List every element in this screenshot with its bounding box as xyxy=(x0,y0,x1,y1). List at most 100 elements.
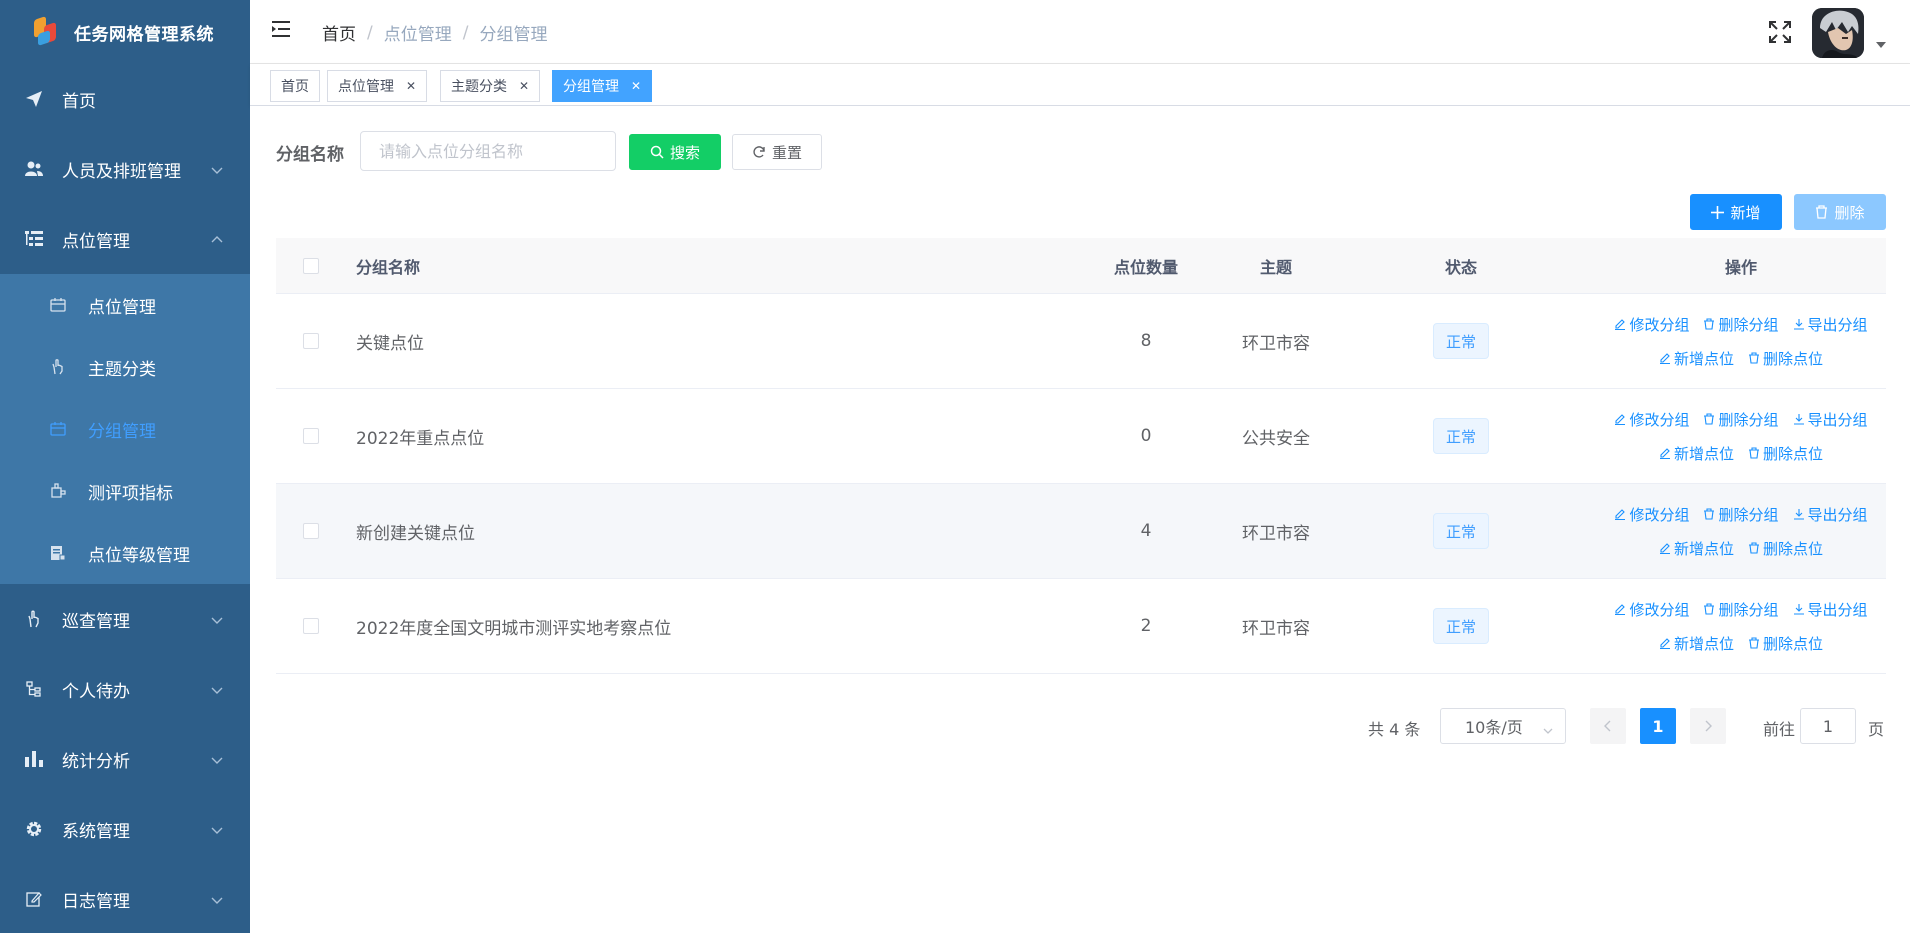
sidebar-item-staff[interactable]: 人员及排班管理 xyxy=(0,134,250,204)
sidebar-subitem-levels[interactable]: 点位等级管理 xyxy=(0,522,250,584)
fullscreen-icon[interactable] xyxy=(1768,20,1792,44)
next-page-button[interactable] xyxy=(1690,708,1726,744)
export-group-link[interactable]: 导出分组 xyxy=(1793,314,1868,335)
top-navbar: 首页 / 点位管理 / 分组管理 xyxy=(250,0,1910,64)
hamburger-icon[interactable] xyxy=(272,20,292,38)
page-suffix: 页 xyxy=(1868,720,1885,739)
table-row: 2022年度全国文明城市测评实地考察点位 2 环卫市容 正常 修改分组 删除分组… xyxy=(276,579,1886,674)
edit-icon xyxy=(1659,542,1671,554)
breadcrumb-points: 点位管理 xyxy=(383,25,452,45)
sidebar-subitem-groups[interactable]: 分组管理 xyxy=(0,398,250,460)
cell-name: 2022年重点点位 xyxy=(356,428,485,449)
goto-page-input[interactable] xyxy=(1800,708,1856,744)
edit-group-link[interactable]: 修改分组 xyxy=(1614,409,1689,430)
add-point-label: 新增点位 xyxy=(1673,634,1734,653)
cell-theme: 环卫市容 xyxy=(1242,333,1310,354)
caret-down-icon[interactable] xyxy=(1876,42,1886,48)
search-button[interactable]: 搜索 xyxy=(629,134,721,170)
edit-group-link[interactable]: 修改分组 xyxy=(1614,504,1689,525)
delete-point-link[interactable]: 删除点位 xyxy=(1748,443,1823,464)
cell-name: 新创建关键点位 xyxy=(356,523,475,544)
reset-button[interactable]: 重置 xyxy=(732,134,822,170)
tag-themes[interactable]: 主题分类 ✕ xyxy=(440,70,541,102)
breadcrumb-separator: / xyxy=(462,22,469,43)
edit-icon xyxy=(1659,352,1671,364)
logo: 任务网格管理系统 xyxy=(0,0,250,64)
sidebar-item-todo[interactable]: 个人待办 xyxy=(0,654,250,724)
delete-group-link[interactable]: 删除分组 xyxy=(1703,599,1779,620)
refresh-icon xyxy=(752,145,766,159)
avatar[interactable] xyxy=(1812,8,1864,58)
trash-icon xyxy=(1703,603,1715,615)
delete-group-link[interactable]: 删除分组 xyxy=(1703,504,1779,525)
add-point-link[interactable]: 新增点位 xyxy=(1659,443,1734,464)
breadcrumb-separator: / xyxy=(367,22,373,43)
breadcrumb-home[interactable]: 首页 xyxy=(322,20,356,45)
sidebar-subitem-points[interactable]: 点位管理 xyxy=(0,274,250,336)
prev-page-button[interactable] xyxy=(1590,708,1626,744)
paper-plane-icon xyxy=(24,89,44,109)
trash-icon xyxy=(1748,637,1760,649)
edit-group-link[interactable]: 修改分组 xyxy=(1614,314,1689,335)
row-checkbox[interactable] xyxy=(303,523,319,539)
sidebar-item-patrol[interactable]: 巡查管理 xyxy=(0,584,250,654)
search-label: 分组名称 xyxy=(276,145,344,165)
tag-points[interactable]: 点位管理 ✕ xyxy=(327,70,428,102)
sidebar-item-system[interactable]: 系统管理 xyxy=(0,794,250,864)
export-group-label: 导出分组 xyxy=(1807,505,1868,524)
calendar-icon xyxy=(50,297,66,313)
add-point-link[interactable]: 新增点位 xyxy=(1659,633,1734,654)
export-group-link[interactable]: 导出分组 xyxy=(1793,409,1868,430)
sidebar-subitem-indicators[interactable]: 测评项指标 xyxy=(0,460,250,522)
sidebar-item-points[interactable]: 点位管理 xyxy=(0,204,250,274)
chevron-down-icon xyxy=(210,892,224,906)
edit-group-link[interactable]: 修改分组 xyxy=(1614,599,1689,620)
export-group-link[interactable]: 导出分组 xyxy=(1793,504,1868,525)
sidebar-item-logs[interactable]: 日志管理 xyxy=(0,864,250,933)
sidebar-item-stats[interactable]: 统计分析 xyxy=(0,724,250,794)
close-icon[interactable]: ✕ xyxy=(631,79,641,93)
page-number-button[interactable]: 1 xyxy=(1640,708,1676,744)
row-actions: 修改分组 删除分组 导出分组 新增点位 删除点位 xyxy=(1596,592,1886,660)
row-actions: 修改分组 删除分组 导出分组 新增点位 删除点位 xyxy=(1596,497,1886,565)
calendar-icon xyxy=(50,421,66,437)
total-count: 共 4 条 xyxy=(1368,720,1421,739)
delete-group-label: 删除分组 xyxy=(1718,315,1779,334)
delete-button[interactable]: 删除 xyxy=(1794,194,1886,230)
export-group-link[interactable]: 导出分组 xyxy=(1793,599,1868,620)
add-point-link[interactable]: 新增点位 xyxy=(1659,538,1734,559)
page-size-select[interactable]: 10条/页 xyxy=(1440,708,1566,744)
header-count: 点位数量 xyxy=(1113,257,1178,277)
add-point-link[interactable]: 新增点位 xyxy=(1659,348,1734,369)
edit-icon xyxy=(1659,637,1671,649)
sidebar-subitem-label: 测评项指标 xyxy=(88,483,173,504)
row-checkbox[interactable] xyxy=(303,333,319,349)
add-point-label: 新增点位 xyxy=(1673,444,1734,463)
tag-groups[interactable]: 分组管理 ✕ xyxy=(552,70,653,102)
sidebar-item-home[interactable]: 首页 xyxy=(0,64,250,134)
chevron-down-icon xyxy=(210,822,224,836)
search-button-label: 搜索 xyxy=(669,143,700,162)
close-icon[interactable]: ✕ xyxy=(519,79,529,93)
add-button[interactable]: 新增 xyxy=(1690,194,1782,230)
breadcrumb-groups: 分组管理 xyxy=(479,25,548,45)
delete-group-link[interactable]: 删除分组 xyxy=(1703,314,1779,335)
group-name-input[interactable] xyxy=(360,131,616,171)
cell-name: 关键点位 xyxy=(356,333,424,354)
close-icon[interactable]: ✕ xyxy=(406,79,416,93)
sidebar-item-label: 日志管理 xyxy=(62,891,130,912)
delete-point-link[interactable]: 删除点位 xyxy=(1748,633,1823,654)
delete-point-link[interactable]: 删除点位 xyxy=(1748,348,1823,369)
tag-home[interactable]: 首页 xyxy=(270,70,320,102)
row-checkbox[interactable] xyxy=(303,618,319,634)
cell-count: 2 xyxy=(1140,616,1152,636)
table-row: 关键点位 8 环卫市容 正常 修改分组 删除分组 导出分组 新增点位 删除点位 xyxy=(276,294,1886,389)
goto-label: 前往 xyxy=(1763,720,1796,739)
delete-point-link[interactable]: 删除点位 xyxy=(1748,538,1823,559)
delete-group-link[interactable]: 删除分组 xyxy=(1703,409,1779,430)
trash-icon xyxy=(1748,447,1760,459)
edit-icon xyxy=(24,889,44,909)
sidebar-subitem-themes[interactable]: 主题分类 xyxy=(0,336,250,398)
select-all-checkbox[interactable] xyxy=(303,257,319,274)
row-checkbox[interactable] xyxy=(303,428,319,444)
